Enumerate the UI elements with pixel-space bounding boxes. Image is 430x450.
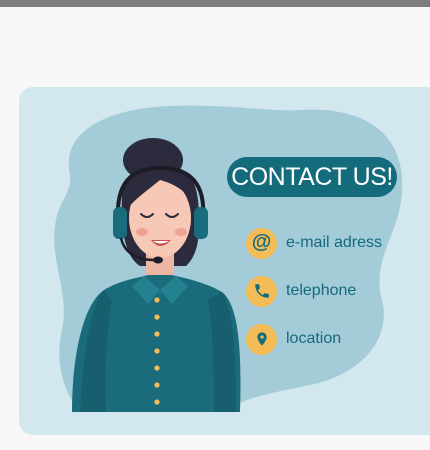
location-label: location [286, 330, 342, 347]
right-cheek [175, 228, 187, 236]
dress-button [154, 365, 160, 371]
headset-right-ear [194, 207, 208, 239]
contact-illustration [54, 105, 403, 412]
dress-button [154, 314, 160, 320]
dress-button [154, 297, 160, 303]
telephone-label: telephone [286, 282, 357, 299]
email-label: e-mail adress [286, 234, 383, 251]
contact-item-location[interactable]: location [246, 323, 341, 355]
contact-item-telephone[interactable]: telephone [246, 275, 356, 307]
phone-icon [246, 275, 277, 307]
email-icon: @ [246, 227, 277, 259]
location-pin-icon [246, 323, 277, 355]
headset-mic [153, 256, 163, 264]
dress-button [154, 382, 160, 388]
page-title: CONTACT US! [231, 163, 393, 191]
dress-button [154, 331, 160, 337]
contact-title-pill: CONTACT US! [227, 157, 397, 197]
contact-item-email[interactable]: @ e-mail adress [246, 227, 382, 259]
headset-left-ear [113, 207, 127, 239]
left-cheek [136, 228, 148, 236]
dress-button [154, 399, 160, 405]
dress-button [154, 348, 160, 354]
